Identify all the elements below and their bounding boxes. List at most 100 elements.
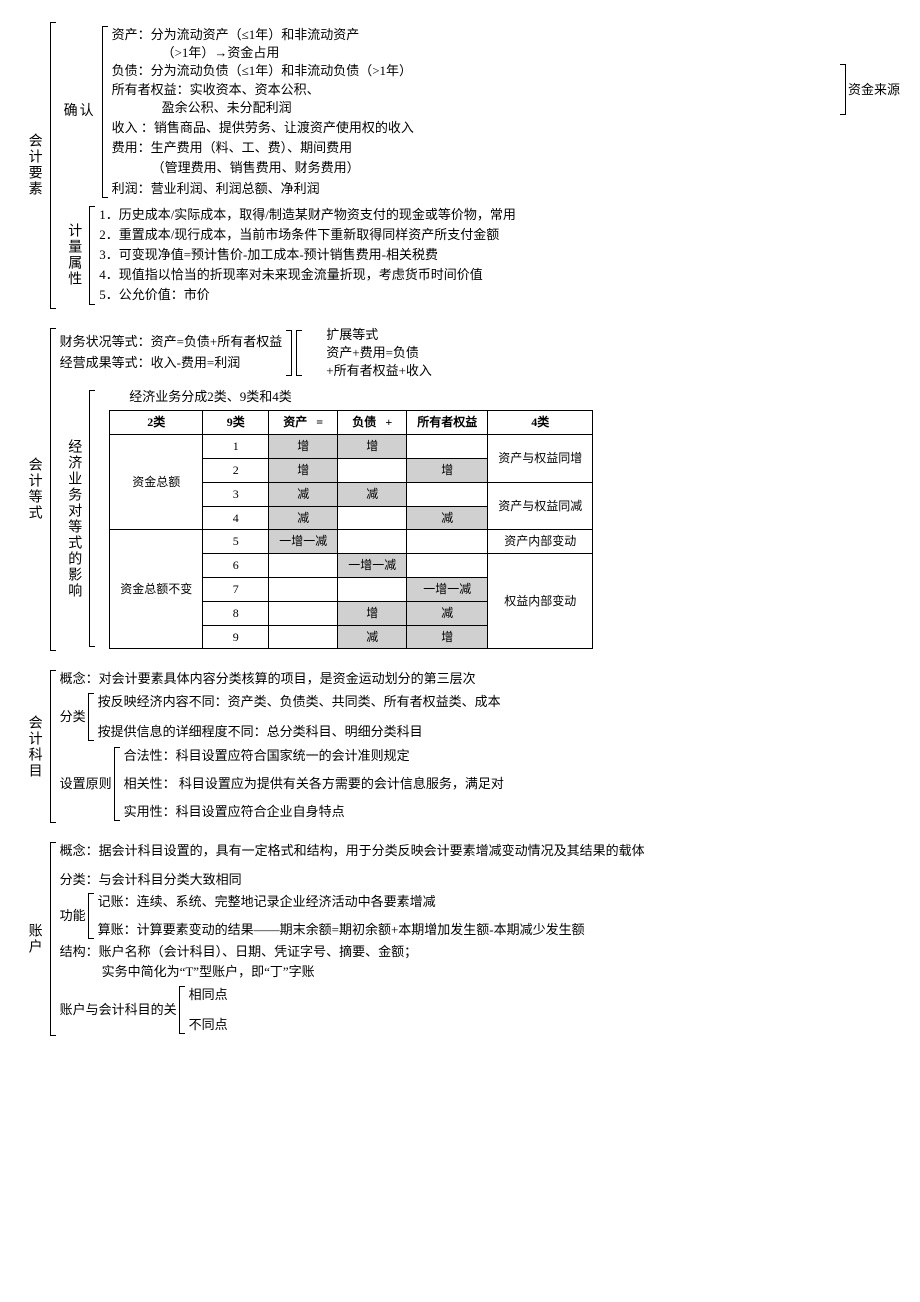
td: 2 <box>203 458 269 482</box>
bracket-icon <box>840 64 846 115</box>
td: 6 <box>203 554 269 578</box>
subject-content: 概念：对会计要素具体内容分类核算的项目，是资金运动划分的第三层次 分类 按反映经… <box>60 668 900 825</box>
impact-label: 经济业务对等式的影响 <box>60 388 88 649</box>
section-account: 账户 概念：据会计科目设置的，具有一定格式和结构，用于分类反映会计要素增减变动情… <box>20 840 900 1038</box>
th: 4类 <box>488 411 593 435</box>
td: 资金总额不变 <box>110 530 203 649</box>
text-line: 相关性： 科目设置应为提供有关各方需要的会计信息服务，满足对 <box>124 775 504 793</box>
td: 减 <box>407 506 488 530</box>
text-line: 3．可变现净值=预计售价-加工成本-预计销售费用-相关税费 <box>99 246 900 264</box>
struct-line: 结构：账户名称（会计科目）、日期、凭证字号、摘要、金额； <box>60 943 900 961</box>
text-line: 资产：分为流动资产（≤1年）和非流动资产 <box>112 26 900 44</box>
text-line: 不同点 <box>189 1016 228 1034</box>
class-block: 分类 按反映经济内容不同：资产类、负债类、共同类、所有者权益类、成本 按提供信息… <box>60 691 900 743</box>
bracket-icon <box>114 747 120 822</box>
td: 增 <box>338 601 407 625</box>
td: 增 <box>407 625 488 649</box>
td: 资产与权益同减 <box>488 482 593 530</box>
bracket-icon <box>88 893 94 939</box>
ext-eq: +所有者权益+收入 <box>326 362 432 380</box>
table-row: 资金总额不变 5 一增一减 资产内部变动 <box>110 530 593 554</box>
th: 9类 <box>203 411 269 435</box>
td: 一增一减 <box>269 530 338 554</box>
class-line: 分类：与会计科目分类大致相同 <box>60 871 900 889</box>
td: 增 <box>407 458 488 482</box>
td <box>269 625 338 649</box>
impact-content: 经济业务分成2类、9类和4类 2类 9类 资产 = 负债 + 所有者权益 4类 … <box>99 388 593 649</box>
section-elements: 会计要素 确认 资产：分为流动资产（≤1年）和非流动资产 （>1年）→资金占用 … <box>20 20 900 311</box>
bracket-icon <box>50 842 56 1036</box>
relation-lines: 相同点 不同点 <box>189 984 228 1036</box>
th: 资产 = <box>269 411 338 435</box>
account-content: 概念：据会计科目设置的，具有一定格式和结构，用于分类反映会计要素增减变动情况及其… <box>60 840 900 1038</box>
equation-text: 财务状况等式：资产=负债+所有者权益 <box>60 333 283 351</box>
bracket-icon <box>50 670 56 823</box>
th: 负债 + <box>338 411 407 435</box>
text-line: 相同点 <box>189 986 228 1004</box>
text-line: 费用：生产费用（料、工、费）、期间费用 <box>112 139 900 157</box>
text-line: 实用性：科目设置应符合企业自身特点 <box>124 803 504 821</box>
confirm-block: 确认 资产：分为流动资产（≤1年）和非流动资产 （>1年）→资金占用 负债：分为… <box>60 24 900 200</box>
equation-content: 财务状况等式：资产=负债+所有者权益 经营成果等式：收入-费用=利润 扩展等式 … <box>60 326 900 654</box>
concept-line: 概念：据会计科目设置的，具有一定格式和结构，用于分类反映会计要素增减变动情况及其… <box>60 842 900 860</box>
td: 增 <box>338 435 407 459</box>
class-label: 分类 <box>60 691 86 743</box>
td <box>338 458 407 482</box>
func-block: 功能 记账：连续、系统、完整地记录企业经济活动中各要素增减 算账：计算要素变动的… <box>60 891 900 941</box>
td <box>407 530 488 554</box>
impact-table: 2类 9类 资产 = 负债 + 所有者权益 4类 资金总额 1 增 增 资产与权… <box>109 410 593 649</box>
label-account: 账户 <box>20 840 48 1038</box>
td: 减 <box>269 506 338 530</box>
td <box>338 577 407 601</box>
principle-block: 设置原则 合法性：科目设置应符合国家统一的会计准则规定 相关性： 科目设置应为提… <box>60 745 900 824</box>
section-equation: 会计等式 财务状况等式：资产=负债+所有者权益 经营成果等式：收入-费用=利润 … <box>20 326 900 654</box>
td: 减 <box>338 625 407 649</box>
td: 减 <box>338 482 407 506</box>
measure-block: 计量属性 1．历史成本/实际成本，取得/制造某财产物资支付的现金或等价物，常用 … <box>60 204 900 307</box>
bracket-icon <box>102 26 108 198</box>
text-line: 5．公允价值：市价 <box>99 286 900 304</box>
bracket-icon <box>50 328 56 652</box>
impact-block: 经济业务对等式的影响 经济业务分成2类、9类和4类 2类 9类 资产 = 负债 … <box>60 388 900 649</box>
equations-right: 扩展等式 资产+费用=负债 +所有者权益+收入 <box>326 326 432 381</box>
bracket-icon <box>89 206 95 305</box>
td <box>269 601 338 625</box>
td: 8 <box>203 601 269 625</box>
source-label: 资金来源 <box>848 62 900 117</box>
td <box>338 506 407 530</box>
td: 5 <box>203 530 269 554</box>
equations-row: 财务状况等式：资产=负债+所有者权益 经营成果等式：收入-费用=利润 扩展等式 … <box>60 326 900 381</box>
principle-lines: 合法性：科目设置应符合国家统一的会计准则规定 相关性： 科目设置应为提供有关各方… <box>124 745 504 824</box>
th: 所有者权益 <box>407 411 488 435</box>
ext-eq: 资产+费用=负债 <box>326 344 432 362</box>
relation-block: 账户与会计科目的关 相同点 不同点 <box>60 984 900 1036</box>
td: 增 <box>269 458 338 482</box>
class-lines: 按反映经济内容不同：资产类、负债类、共同类、所有者权益类、成本 按提供信息的详细… <box>98 691 501 743</box>
func-label: 功能 <box>60 891 86 941</box>
text-line: （>1年）→资金占用 <box>112 44 900 62</box>
text-line: 所有者权益：实收资本、资本公积、 <box>112 81 836 99</box>
label-elements: 会计要素 <box>20 20 48 311</box>
td <box>269 554 338 578</box>
td: 1 <box>203 435 269 459</box>
td: 一增一减 <box>407 577 488 601</box>
td <box>407 435 488 459</box>
bracket-icon <box>88 693 94 741</box>
text-line: 1．历史成本/实际成本，取得/制造某财产物资支付的现金或等价物，常用 <box>99 206 900 224</box>
confirm-label: 确认 <box>60 102 100 122</box>
td: 7 <box>203 577 269 601</box>
text-line: 盈余公积、未分配利润 <box>112 99 836 117</box>
label-equation: 会计等式 <box>20 326 48 654</box>
td: 4 <box>203 506 269 530</box>
td: 增 <box>269 435 338 459</box>
td <box>338 530 407 554</box>
td: 减 <box>407 601 488 625</box>
confirm-lines: 资产：分为流动资产（≤1年）和非流动资产 （>1年）→资金占用 负债：分为流动负… <box>112 24 900 200</box>
label-subject: 会计科目 <box>20 668 48 825</box>
td: 权益内部变动 <box>488 554 593 649</box>
text-line: 利润：营业利润、利润总额、净利润 <box>112 180 900 198</box>
td: 减 <box>269 482 338 506</box>
func-lines: 记账：连续、系统、完整地记录企业经济活动中各要素增减 算账：计算要素变动的结果—… <box>98 891 900 941</box>
text-line: 4．现值指以恰当的折现率对未来现金流量折现，考虑货币时间价值 <box>99 266 900 284</box>
table-row: 2类 9类 资产 = 负债 + 所有者权益 4类 <box>110 411 593 435</box>
